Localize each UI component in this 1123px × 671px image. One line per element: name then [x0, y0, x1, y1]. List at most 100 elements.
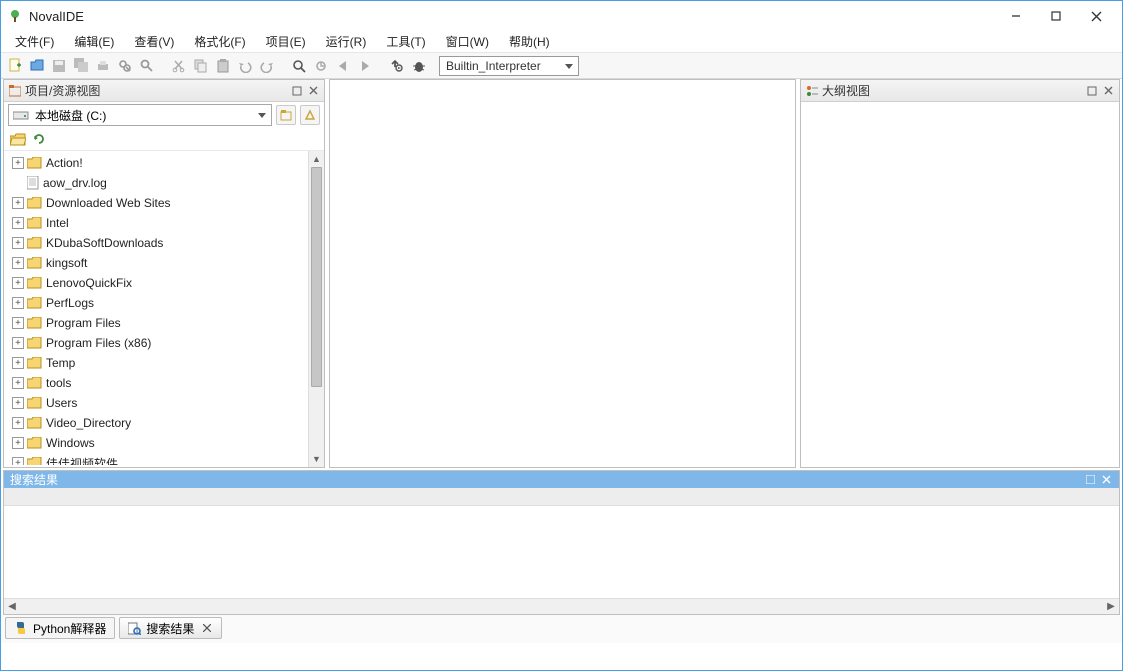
tree-scrollbar[interactable]: ▲ ▼	[308, 151, 324, 467]
run-icon[interactable]	[387, 56, 407, 76]
menu-view[interactable]: 查看(V)	[124, 31, 184, 52]
save-all-icon[interactable]	[71, 56, 91, 76]
hscroll-left-icon[interactable]: ◀	[4, 599, 20, 614]
tree-item-label: KDubaSoftDownloads	[46, 236, 163, 250]
tree-expander-icon[interactable]: +	[12, 237, 24, 249]
paste-icon[interactable]	[213, 56, 233, 76]
menu-tools[interactable]: 工具(T)	[376, 31, 435, 52]
project-panel-close-icon[interactable]	[306, 84, 320, 98]
tree-expander-icon[interactable]: +	[12, 357, 24, 369]
tree-item[interactable]: +LenovoQuickFix	[8, 273, 324, 293]
tree-item[interactable]: + kingsoft	[8, 253, 324, 273]
menu-window[interactable]: 窗口(W)	[436, 31, 499, 52]
cut-icon[interactable]	[169, 56, 189, 76]
minimize-button[interactable]	[996, 2, 1036, 30]
refresh-icon[interactable]	[32, 132, 46, 146]
scroll-down-icon[interactable]: ▼	[309, 451, 324, 467]
project-panel-titlebar: 项目/资源视图	[4, 80, 324, 102]
tree-item-label: Program Files (x86)	[46, 336, 151, 350]
search-icon[interactable]	[137, 56, 157, 76]
menu-run[interactable]: 运行(R)	[316, 31, 377, 52]
tree-item[interactable]: +Video_Directory	[8, 413, 324, 433]
search-results-panel: 搜索结果 ◀ ▶	[3, 470, 1120, 615]
drive-icon	[13, 108, 29, 122]
tree-expander-icon[interactable]: +	[12, 457, 24, 465]
search-panel-minimize-icon[interactable]	[1083, 473, 1097, 487]
scroll-thumb[interactable]	[311, 167, 322, 387]
folder-icon	[27, 357, 42, 369]
menu-format[interactable]: 格式化(F)	[184, 31, 255, 52]
outline-panel-close-icon[interactable]	[1101, 84, 1115, 98]
project-panel-minimize-icon[interactable]	[290, 84, 304, 98]
undo-icon[interactable]	[235, 56, 255, 76]
menu-edit[interactable]: 编辑(E)	[64, 31, 124, 52]
back-icon[interactable]	[333, 56, 353, 76]
tree-item[interactable]: +Program Files	[8, 313, 324, 333]
tab-search-results[interactable]: 搜索结果	[119, 617, 222, 639]
tree-expander-icon[interactable]: +	[12, 217, 24, 229]
tree-expander-icon[interactable]: +	[12, 437, 24, 449]
folder-open-small-icon[interactable]	[10, 133, 26, 146]
scroll-up-icon[interactable]: ▲	[309, 151, 324, 167]
open-file-icon[interactable]	[27, 56, 47, 76]
drive-nav-button-1[interactable]	[276, 105, 296, 125]
tree-item[interactable]: +Windows	[8, 433, 324, 453]
tree-expander-icon[interactable]: +	[12, 377, 24, 389]
forward-icon[interactable]	[355, 56, 375, 76]
tree-expander-icon[interactable]: +	[12, 297, 24, 309]
menu-project[interactable]: 项目(E)	[256, 31, 316, 52]
tree-item[interactable]: + KDubaSoftDownloads	[8, 233, 324, 253]
tree-item[interactable]: +Temp	[8, 353, 324, 373]
hscroll-right-icon[interactable]: ▶	[1103, 599, 1119, 614]
copy-icon[interactable]	[191, 56, 211, 76]
tree-expander-icon[interactable]: +	[12, 157, 24, 169]
zoom-icon[interactable]	[289, 56, 309, 76]
folder-icon	[27, 417, 42, 429]
tree-expander-icon[interactable]: +	[12, 397, 24, 409]
app-icon	[7, 8, 23, 24]
goto-icon[interactable]	[311, 56, 331, 76]
find-icon[interactable]	[115, 56, 135, 76]
outline-panel: 大纲视图	[800, 79, 1120, 468]
new-file-icon[interactable]	[5, 56, 25, 76]
drive-selector[interactable]: 本地磁盘 (C:)	[8, 104, 272, 126]
tree-item[interactable]: + Program Files (x86)	[8, 333, 324, 353]
editor-body[interactable]	[330, 80, 795, 467]
tree-item[interactable]: +Action!	[8, 153, 324, 173]
outline-panel-titlebar: 大纲视图	[801, 80, 1119, 102]
folder-icon	[27, 457, 42, 465]
folder-icon	[27, 157, 42, 169]
tree-item-label: Users	[46, 396, 77, 410]
editor-area	[329, 79, 796, 468]
tree-item[interactable]: +tools	[8, 373, 324, 393]
tree-expander-icon[interactable]: +	[12, 197, 24, 209]
tree-expander-icon[interactable]: +	[12, 417, 24, 429]
tree-item[interactable]: +PerfLogs	[8, 293, 324, 313]
menu-file[interactable]: 文件(F)	[5, 31, 64, 52]
menu-help[interactable]: 帮助(H)	[499, 31, 560, 52]
tab-python-interpreter[interactable]: Python解释器	[5, 617, 115, 639]
tree-item[interactable]: +Downloaded Web Sites	[8, 193, 324, 213]
tree-item[interactable]: + Users	[8, 393, 324, 413]
drive-nav-button-2[interactable]	[300, 105, 320, 125]
tree-expander-icon[interactable]: +	[12, 317, 24, 329]
maximize-button[interactable]	[1036, 2, 1076, 30]
search-panel-close-icon[interactable]	[1099, 473, 1113, 487]
print-icon[interactable]	[93, 56, 113, 76]
tree-expander-icon[interactable]: +	[12, 337, 24, 349]
search-hscrollbar[interactable]: ◀ ▶	[4, 598, 1119, 614]
tree-item-label: kingsoft	[46, 256, 87, 270]
tree-expander-icon[interactable]: +	[12, 277, 24, 289]
tab-close-icon[interactable]	[201, 622, 213, 634]
save-icon[interactable]	[49, 56, 69, 76]
interpreter-selector[interactable]: Builtin_Interpreter	[439, 56, 579, 76]
debug-icon[interactable]	[409, 56, 429, 76]
close-button[interactable]	[1076, 2, 1116, 30]
tree-item[interactable]: aow_drv.log	[8, 173, 324, 193]
redo-icon[interactable]	[257, 56, 277, 76]
folder-icon	[27, 377, 42, 389]
outline-panel-minimize-icon[interactable]	[1085, 84, 1099, 98]
tree-item[interactable]: +Intel	[8, 213, 324, 233]
tree-expander-icon[interactable]: +	[12, 257, 24, 269]
tree-item[interactable]: +佳佳视频软件	[8, 453, 324, 465]
